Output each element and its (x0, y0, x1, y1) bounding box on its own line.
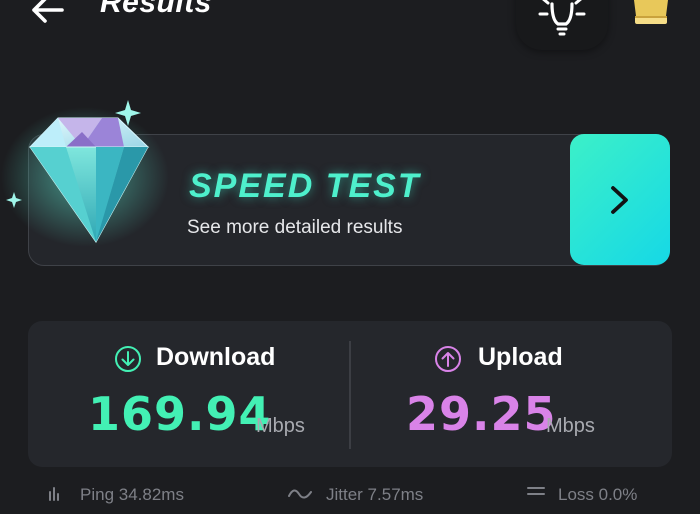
jitter-stat: Jitter 7.57ms (288, 484, 423, 505)
page-title: Results (100, 0, 212, 19)
promo-title: SPEED TEST (189, 167, 421, 205)
arrow-left-icon (32, 0, 64, 23)
download-value: 169.94 (88, 387, 272, 441)
ping-text: Ping 34.82ms (80, 485, 184, 504)
loss-stat: Loss 0.0% (526, 484, 637, 505)
diamond-icon (1, 100, 169, 247)
tips-button[interactable] (516, 0, 608, 50)
upload-value: 29.25 (406, 387, 557, 441)
upload-result: Upload 29.25 Mbps (350, 321, 670, 467)
promo-open-button[interactable] (570, 134, 670, 265)
jitter-icon (288, 489, 312, 499)
premium-button[interactable] (628, 0, 674, 26)
download-label: Download (156, 343, 276, 371)
arrow-up-circle-icon (435, 346, 461, 372)
ping-stat: Ping 34.82ms (48, 484, 184, 505)
promo-subtitle: See more detailed results (187, 217, 403, 238)
speed-results-card: Download 169.94 Mbps Upload 29.25 Mbps (28, 321, 672, 467)
back-button[interactable] (28, 0, 68, 30)
download-unit: Mbps (256, 415, 305, 437)
loss-text: Loss 0.0% (558, 485, 638, 504)
chevron-right-icon (611, 186, 628, 214)
loss-icon (527, 487, 545, 495)
lightbulb-icon (538, 0, 586, 36)
top-bar: Results (0, 0, 700, 60)
download-result: Download 169.94 Mbps (28, 321, 348, 467)
upload-label: Upload (478, 343, 563, 371)
upload-unit: Mbps (546, 415, 595, 437)
ping-icon (49, 487, 59, 501)
jitter-text: Jitter 7.57ms (326, 485, 424, 504)
arrow-down-circle-icon (115, 346, 141, 372)
latency-stats-row: Ping 34.82ms Jitter 7.57ms Loss 0.0% (0, 484, 700, 514)
crown-icon (634, 0, 668, 24)
